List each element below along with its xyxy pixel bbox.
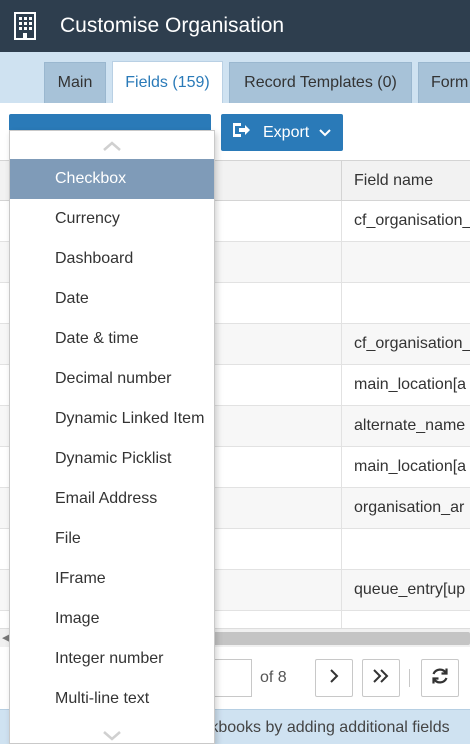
field-name-cell: main_location[a xyxy=(341,447,470,487)
tab-main[interactable]: Main xyxy=(44,62,106,103)
building-icon xyxy=(0,0,50,52)
field-name-cell: queue_entry[up xyxy=(341,570,470,610)
page-count-label: of 8 xyxy=(260,669,287,686)
field-name-cell: cf_organisation_ xyxy=(341,324,470,364)
field-name-column-header[interactable]: Field name xyxy=(341,161,470,201)
dropdown-item-integer-number[interactable]: Integer number xyxy=(10,639,214,679)
field-name-cell: main_location[a xyxy=(341,365,470,405)
last-page-button[interactable] xyxy=(362,659,400,697)
dropdown-item-date[interactable]: Date xyxy=(10,279,214,319)
dropdown-item-dynamic-picklist[interactable]: Dynamic Picklist xyxy=(10,439,214,479)
refresh-button[interactable] xyxy=(421,659,459,697)
export-icon xyxy=(231,122,251,143)
dropdown-item-date-time[interactable]: Date & time xyxy=(10,319,214,359)
tab-fields[interactable]: Fields (159) xyxy=(112,61,223,104)
divider xyxy=(409,669,410,687)
dropdown-item-email-address[interactable]: Email Address xyxy=(10,479,214,519)
field-name-cell: cf_organisation_ xyxy=(341,201,470,241)
field-name-cell xyxy=(341,529,470,569)
tab-bar: Main Fields (159) Record Templates (0) F… xyxy=(0,52,470,104)
dropdown-item-decimal-number[interactable]: Decimal number xyxy=(10,359,214,399)
export-label: Export xyxy=(263,123,310,141)
double-chevron-right-icon xyxy=(372,668,390,689)
dropdown-item-dashboard[interactable]: Dashboard xyxy=(10,239,214,279)
field-name-cell xyxy=(341,283,470,323)
info-banner-text: rkbooks by adding additional fields xyxy=(205,718,450,736)
refresh-icon xyxy=(430,666,450,691)
next-page-button[interactable] xyxy=(315,659,353,697)
field-type-dropdown[interactable]: Checkbox Currency Dashboard Date Date & … xyxy=(9,130,215,744)
dropdown-item-currency[interactable]: Currency xyxy=(10,199,214,239)
dropdown-item-multi-line-text[interactable]: Multi-line text xyxy=(10,679,214,719)
field-name-cell: alternate_name xyxy=(341,406,470,446)
tab-record-templates[interactable]: Record Templates (0) xyxy=(229,62,412,103)
dropdown-item-checkbox[interactable]: Checkbox xyxy=(10,159,214,199)
tab-forms[interactable]: Form xyxy=(418,62,470,103)
export-button[interactable]: Export xyxy=(221,114,343,151)
field-name-cell xyxy=(341,611,470,628)
chevron-down-icon xyxy=(319,124,331,142)
dropdown-item-iframe[interactable]: IFrame xyxy=(10,559,214,599)
field-name-cell: organisation_ar xyxy=(341,488,470,528)
page-title: Customise Organisation xyxy=(60,14,285,37)
field-name-cell xyxy=(341,242,470,282)
dropdown-item-dynamic-linked-item[interactable]: Dynamic Linked Item xyxy=(10,399,214,439)
scroll-down-icon[interactable] xyxy=(10,723,214,743)
scroll-up-icon[interactable] xyxy=(10,133,214,159)
dropdown-item-image[interactable]: Image xyxy=(10,599,214,639)
chevron-right-icon xyxy=(329,668,339,689)
dropdown-item-file[interactable]: File xyxy=(10,519,214,559)
app-header: Customise Organisation xyxy=(0,0,470,52)
